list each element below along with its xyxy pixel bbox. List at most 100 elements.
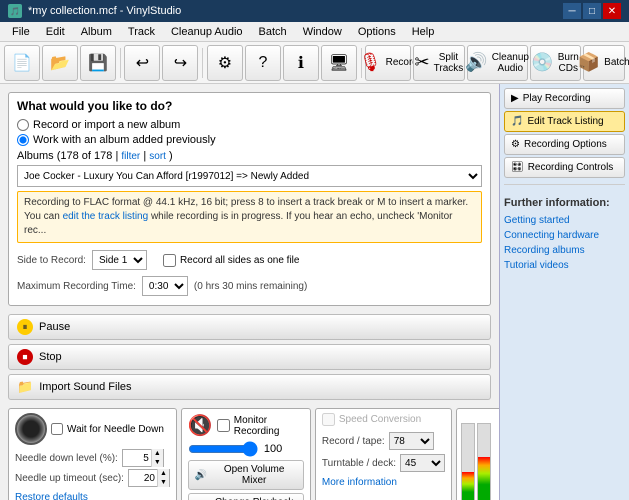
radio-existing-album[interactable]: Work with an album added previously	[17, 134, 482, 146]
toolbar-info[interactable]: ℹ	[283, 45, 319, 81]
pause-button[interactable]: ⏸ Pause	[8, 314, 491, 340]
change-device-btn[interactable]: 🔌 Change Playback Device	[188, 493, 304, 500]
menu-help[interactable]: Help	[404, 24, 443, 40]
album-select[interactable]: Joe Cocker - Luxury You Can Afford [r199…	[17, 165, 482, 187]
minimize-button[interactable]: ─	[563, 3, 581, 19]
controls-row: Wait for Needle Down Needle down level (…	[8, 408, 491, 500]
maximize-button[interactable]: □	[583, 3, 601, 19]
edit-track-listing-btn[interactable]: 🎵 Edit Track Listing	[504, 111, 625, 132]
sort-link[interactable]: sort	[149, 151, 166, 162]
restore-defaults-link[interactable]: Restore defaults	[15, 492, 88, 500]
menu-options[interactable]: Options	[350, 24, 404, 40]
record-all-sides[interactable]: Record all sides as one file	[163, 254, 300, 267]
needle-timeout-spinner[interactable]: ▲ ▼	[128, 469, 170, 487]
radio-existing-input[interactable]	[17, 134, 29, 146]
pause-icon: ⏸	[17, 319, 33, 335]
needle-timeout-up[interactable]: ▲	[158, 469, 169, 478]
stop-button[interactable]: ⏹ Stop	[8, 344, 491, 370]
volume-slider[interactable]	[188, 442, 258, 456]
tutorial-videos-link[interactable]: Tutorial videos	[504, 259, 625, 272]
cleanup-label: Cleanup Audio	[492, 52, 529, 74]
wait-needle-check[interactable]	[51, 423, 63, 435]
toolbar-save[interactable]: 💾	[80, 45, 116, 81]
edit-track-link[interactable]: edit the track listing	[63, 211, 149, 222]
recording-albums-link[interactable]: Recording albums	[504, 244, 625, 257]
needle-timeout-input[interactable]	[129, 470, 157, 486]
sidebar-separator	[504, 184, 625, 185]
toolbar-burn-cds[interactable]: 💿 Burn CDs	[530, 45, 581, 81]
volume-value: 100	[264, 443, 282, 455]
remaining-text: (0 hrs 30 mins remaining)	[194, 281, 307, 292]
menu-window[interactable]: Window	[295, 24, 350, 40]
open-volume-btn[interactable]: 🔊 Open Volume Mixer	[188, 460, 304, 490]
needle-level-down[interactable]: ▼	[152, 458, 163, 467]
burn-icon: 💿	[531, 52, 553, 73]
menu-cleanup[interactable]: Cleanup Audio	[163, 24, 251, 40]
batch-label: Batch	[604, 57, 629, 68]
toolbar-record[interactable]: 🎙 Record	[365, 45, 411, 81]
undo-icon: ↩	[136, 53, 149, 73]
recording-options-btn[interactable]: ⚙ Recording Options	[504, 134, 625, 155]
play-recording-btn[interactable]: ▶ Play Recording	[504, 88, 625, 109]
toolbar-settings[interactable]: ⚙	[207, 45, 243, 81]
max-time-label: Maximum Recording Time:	[17, 281, 136, 292]
albums-count-text: Albums (178 of 178 |	[17, 150, 121, 162]
side-select[interactable]: Side 1 Side 2	[92, 250, 147, 270]
needle-level-input[interactable]	[123, 450, 151, 466]
toolbar-batch[interactable]: 📦 Batch	[583, 45, 625, 81]
menu-file[interactable]: File	[4, 24, 38, 40]
recording-controls-btn[interactable]: 🎛 Recording Controls	[504, 157, 625, 178]
close-button[interactable]: ✕	[603, 3, 621, 19]
recording-options-label: Recording Options	[524, 139, 607, 150]
needle-level-up[interactable]: ▲	[152, 449, 163, 458]
max-time-select[interactable]: 0:30 1:00	[142, 276, 188, 296]
toolbar-redo[interactable]: ↪	[162, 45, 198, 81]
edit-track-icon: 🎵	[511, 116, 523, 127]
albums-close: )	[169, 150, 173, 162]
record-all-sides-check[interactable]	[163, 254, 176, 267]
record-tape-label: Record / tape:	[322, 436, 385, 447]
radio-new-input[interactable]	[17, 119, 29, 131]
wait-needle-label[interactable]: Wait for Needle Down	[51, 423, 164, 435]
vu-top-value: 59	[461, 413, 499, 423]
radio-group: Record or import a new album Work with a…	[17, 119, 482, 146]
import-button[interactable]: 📁 Import Sound Files	[8, 374, 491, 400]
max-recording-row: Maximum Recording Time: 0:30 1:00 (0 hrs…	[17, 276, 482, 296]
speed-label-row[interactable]: Speed Conversion	[322, 413, 445, 426]
needle-level-spinner[interactable]: ▲ ▼	[122, 449, 164, 467]
toolbar-help[interactable]: ?	[245, 45, 281, 81]
monitor-recording-label[interactable]: 🔇 Monitor Recording	[188, 413, 304, 438]
info-icon: ℹ	[298, 53, 304, 73]
vu-left-bar	[462, 472, 474, 500]
record-tape-select[interactable]: 334578	[389, 432, 434, 450]
monitor-check[interactable]	[217, 419, 230, 432]
getting-started-link[interactable]: Getting started	[504, 214, 625, 227]
needle-level-label: Needle down level (%):	[15, 453, 118, 464]
toolbar-monitor[interactable]: 🖥	[321, 45, 357, 81]
stop-icon: ⏹	[17, 349, 33, 365]
menu-album[interactable]: Album	[73, 24, 120, 40]
needle-timeout-down[interactable]: ▼	[158, 478, 169, 487]
speed-check[interactable]	[322, 413, 335, 426]
toolbar-open[interactable]: 📂	[42, 45, 78, 81]
connecting-hardware-link[interactable]: Connecting hardware	[504, 229, 625, 242]
radio-new-album[interactable]: Record or import a new album	[17, 119, 482, 131]
more-info-link[interactable]: More information	[322, 477, 397, 488]
open-icon: 📂	[50, 53, 70, 73]
recording-controls-label: Recording Controls	[528, 162, 614, 173]
menu-track[interactable]: Track	[120, 24, 163, 40]
toolbar-split-tracks[interactable]: ✂ Split Tracks	[413, 45, 464, 81]
toolbar-new[interactable]: 📄	[4, 45, 40, 81]
menu-batch[interactable]: Batch	[251, 24, 295, 40]
new-icon: 📄	[12, 53, 32, 73]
toolbar-undo[interactable]: ↩	[124, 45, 160, 81]
record-icon: 🎙	[359, 52, 382, 73]
settings-icon: ⚙	[218, 53, 232, 73]
vu-left-bar-container	[461, 423, 475, 500]
toolbar-cleanup-audio[interactable]: 🔊 Cleanup Audio	[467, 45, 528, 81]
what-to-do-heading: What would you like to do?	[17, 99, 482, 113]
filter-link[interactable]: filter	[121, 151, 140, 162]
vinyl-icon	[15, 413, 47, 445]
menu-edit[interactable]: Edit	[38, 24, 73, 40]
turntable-select[interactable]: 334578	[400, 454, 445, 472]
